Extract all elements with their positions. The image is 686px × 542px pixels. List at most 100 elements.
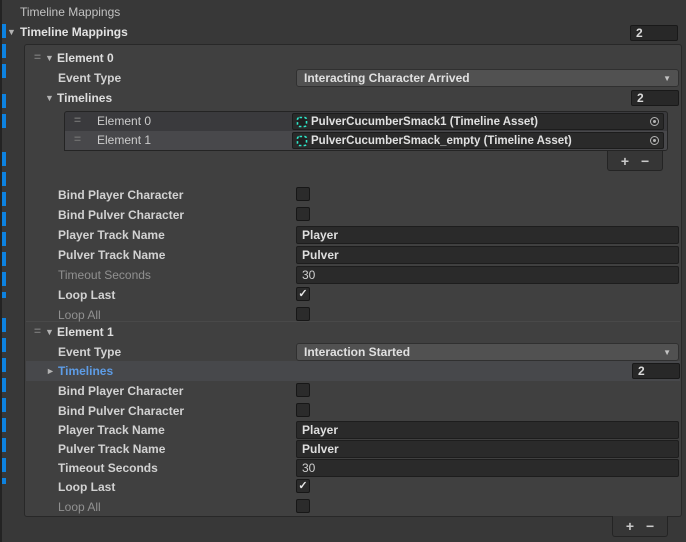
- unity-inspector-timeline-mappings: Timeline Mappings ▼ Timeline Mappings = …: [0, 0, 686, 542]
- element1-loop-all-row: Loop All: [25, 497, 681, 517]
- timeline-asset-name: PulverCucumberSmack_empty (Timeline Asse…: [311, 135, 645, 147]
- element1-timelines-header[interactable]: ► Timelines: [26, 361, 680, 381]
- element0-timelines-header[interactable]: ▼ Timelines: [25, 88, 681, 108]
- object-picker-icon[interactable]: [645, 114, 663, 129]
- timelines-list-box: = Element 0 PulverCucumberSmack1 (Timeli…: [64, 111, 668, 151]
- timeout-label: Timeout Seconds: [58, 268, 151, 282]
- element0-loop-last-row: Loop Last ✓: [25, 285, 681, 305]
- timeline-item-label: Element 0: [97, 114, 151, 128]
- drag-handle-icon[interactable]: =: [34, 50, 41, 64]
- element0-bind-pulver-row: Bind Pulver Character: [25, 205, 681, 225]
- bind-pulver-label: Bind Pulver Character: [58, 208, 184, 222]
- event-type-dropdown[interactable]: Interacting Character Arrived ▼: [296, 69, 679, 87]
- drag-handle-icon[interactable]: =: [74, 113, 81, 127]
- element1-loop-last-row: Loop Last ✓: [25, 477, 681, 497]
- timeline-asset-icon: [296, 135, 308, 147]
- timeline-asset-field[interactable]: PulverCucumberSmack_empty (Timeline Asse…: [292, 132, 664, 149]
- prefab-override-bar: [2, 94, 6, 134]
- event-type-label: Event Type: [58, 71, 121, 85]
- element0-title: Element 0: [57, 51, 114, 65]
- element1-pulver-track-row: Pulver Track Name: [25, 439, 681, 459]
- player-track-input[interactable]: [296, 421, 679, 439]
- loop-all-label: Loop All: [58, 308, 101, 322]
- foldout-open-icon[interactable]: ▼: [7, 28, 16, 37]
- timelines-size-input[interactable]: [632, 363, 680, 379]
- checkmark-icon: ✓: [298, 481, 307, 492]
- foldout-open-icon[interactable]: ▼: [45, 328, 54, 337]
- timeline-mappings-header[interactable]: ▼ Timeline Mappings: [0, 23, 686, 42]
- prefab-override-bar: [2, 318, 6, 484]
- bind-player-checkbox[interactable]: [296, 383, 310, 397]
- drag-handle-icon[interactable]: =: [74, 132, 81, 146]
- loop-last-checkbox[interactable]: ✓: [296, 287, 310, 301]
- timeout-label: Timeout Seconds: [58, 461, 158, 475]
- player-track-input[interactable]: [296, 226, 679, 244]
- foldout-open-icon[interactable]: ▼: [45, 54, 54, 63]
- timelines-list-footer: + −: [607, 151, 663, 171]
- player-track-label: Player Track Name: [58, 423, 165, 437]
- loop-last-label: Loop Last: [58, 288, 115, 302]
- timeline-mappings-list-footer: + −: [612, 516, 668, 537]
- array-title: Timeline Mappings: [20, 25, 128, 39]
- dropdown-arrow-icon: ▼: [663, 74, 671, 83]
- pulver-track-label: Pulver Track Name: [58, 248, 165, 262]
- checkmark-icon: ✓: [298, 289, 307, 300]
- bind-player-checkbox[interactable]: [296, 187, 310, 201]
- timeline-item-label: Element 1: [97, 133, 151, 147]
- element1-timeout-row: Timeout Seconds: [25, 458, 681, 478]
- timelines-title: Timelines: [57, 91, 112, 105]
- bind-player-label: Bind Player Character: [58, 188, 183, 202]
- pulver-track-input[interactable]: [296, 440, 679, 458]
- timelines-title-selected: Timelines: [58, 364, 113, 378]
- bind-pulver-checkbox[interactable]: [296, 403, 310, 417]
- element0-pulver-track-row: Pulver Track Name: [25, 245, 681, 265]
- timeline-asset-icon: [296, 116, 308, 128]
- loop-all-checkbox[interactable]: [296, 499, 310, 513]
- loop-last-checkbox[interactable]: ✓: [296, 479, 310, 493]
- element0-player-track-row: Player Track Name: [25, 225, 681, 245]
- element1-bind-pulver-row: Bind Pulver Character: [25, 401, 681, 421]
- element0-bind-player-row: Bind Player Character: [25, 185, 681, 205]
- foldout-open-icon[interactable]: ▼: [45, 94, 54, 103]
- element1-title: Element 1: [57, 325, 114, 339]
- add-element-button[interactable]: +: [626, 518, 634, 534]
- bind-player-label: Bind Player Character: [58, 384, 183, 398]
- timeline-item-row[interactable]: = Element 0 PulverCucumberSmack1 (Timeli…: [65, 112, 667, 131]
- element0-event-type-row: Event Type Interacting Character Arrived…: [25, 68, 681, 88]
- timeline-mappings-list-box: = ▼ Element 0 Event Type Interacting Cha…: [24, 44, 682, 517]
- dropdown-arrow-icon: ▼: [663, 348, 671, 357]
- add-element-button[interactable]: +: [621, 153, 629, 169]
- property-label: Timeline Mappings: [20, 4, 120, 20]
- pulver-track-label: Pulver Track Name: [58, 442, 165, 456]
- pulver-track-input[interactable]: [296, 246, 679, 264]
- timeout-input[interactable]: [296, 266, 679, 284]
- bind-pulver-checkbox[interactable]: [296, 207, 310, 221]
- dropdown-value: Interaction Started: [304, 345, 663, 359]
- prefab-override-bar: [2, 152, 6, 298]
- timeline-asset-name: PulverCucumberSmack1 (Timeline Asset): [311, 116, 645, 128]
- timeout-input[interactable]: [296, 459, 679, 477]
- timeline-item-row[interactable]: = Element 1 PulverCucumberSmack_empty (T…: [65, 131, 667, 150]
- player-track-label: Player Track Name: [58, 228, 165, 242]
- element1-bind-player-row: Bind Player Character: [25, 381, 681, 401]
- dropdown-value: Interacting Character Arrived: [304, 71, 663, 85]
- element1-header[interactable]: = ▼ Element 1: [25, 322, 681, 342]
- element0-header[interactable]: = ▼ Element 0: [25, 48, 681, 68]
- remove-element-button[interactable]: −: [641, 153, 649, 169]
- loop-last-label: Loop Last: [58, 480, 115, 494]
- event-type-label: Event Type: [58, 345, 121, 359]
- remove-element-button[interactable]: −: [646, 518, 654, 534]
- loop-all-checkbox[interactable]: [296, 307, 310, 321]
- element1-player-track-row: Player Track Name: [25, 420, 681, 440]
- bind-pulver-label: Bind Pulver Character: [58, 404, 184, 418]
- event-type-dropdown[interactable]: Interaction Started ▼: [296, 343, 679, 361]
- timeline-asset-field[interactable]: PulverCucumberSmack1 (Timeline Asset): [292, 113, 664, 130]
- timelines-size-input[interactable]: [631, 90, 679, 106]
- element1-event-type-row: Event Type Interaction Started ▼: [25, 342, 681, 362]
- loop-all-label: Loop All: [58, 500, 101, 514]
- array-size-input[interactable]: [630, 25, 678, 41]
- object-picker-icon[interactable]: [645, 133, 663, 148]
- element0-timeout-row: Timeout Seconds: [25, 265, 681, 285]
- drag-handle-icon[interactable]: =: [34, 324, 41, 338]
- foldout-closed-icon[interactable]: ►: [46, 367, 55, 376]
